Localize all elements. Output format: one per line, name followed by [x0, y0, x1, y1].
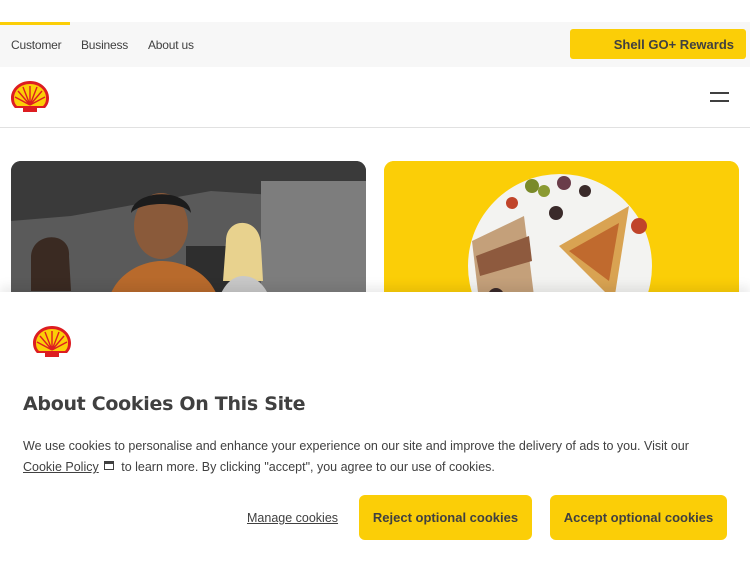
- cookie-dialog-body: We use cookies to personalise and enhanc…: [23, 436, 723, 478]
- utility-link-business[interactable]: Business: [81, 38, 128, 52]
- promo-card-drivers[interactable]: [11, 161, 366, 311]
- utility-nav: Customer Business About us Shell GO+ Rew…: [0, 22, 750, 67]
- utility-link-about-us[interactable]: About us: [148, 38, 194, 52]
- cookie-text-outro: to learn more. By clicking "accept", you…: [121, 460, 495, 474]
- cookie-dialog-title: About Cookies On This Site: [23, 393, 306, 415]
- external-link-icon: [103, 461, 114, 470]
- hamburger-line-bottom: [710, 100, 729, 102]
- cookie-text-intro: We use cookies to personalise and enhanc…: [23, 439, 689, 453]
- shell-logo-icon: [33, 326, 71, 357]
- cookie-consent-dialog: About Cookies On This Site We use cookie…: [0, 292, 750, 563]
- car-people-image: [11, 161, 366, 311]
- reject-optional-cookies-button[interactable]: Reject optional cookies: [359, 495, 532, 540]
- utility-link-customer[interactable]: Customer: [11, 38, 62, 52]
- hamburger-menu-icon[interactable]: [706, 89, 734, 107]
- hamburger-line-top: [710, 92, 729, 94]
- active-section-indicator: [0, 22, 70, 25]
- top-spacer: [0, 0, 750, 22]
- shell-logo-icon[interactable]: [10, 79, 50, 115]
- manage-cookies-link[interactable]: Manage cookies: [247, 511, 338, 525]
- cookie-policy-link[interactable]: Cookie Policy: [23, 460, 99, 474]
- shell-go-rewards-button[interactable]: Shell GO+ Rewards: [570, 29, 746, 59]
- promo-card-food[interactable]: [384, 161, 739, 311]
- main-header: [0, 67, 750, 128]
- accept-optional-cookies-button[interactable]: Accept optional cookies: [550, 495, 727, 540]
- food-plate-image: [384, 161, 739, 311]
